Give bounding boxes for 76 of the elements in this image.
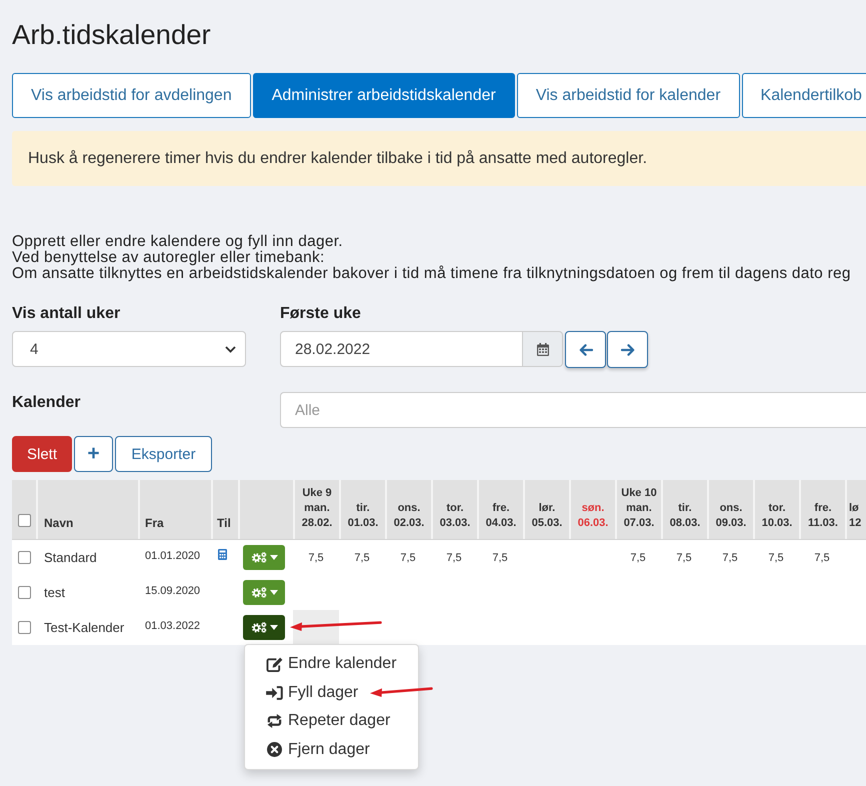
tab[interactable]: Administrer arbeidstidskalender [252, 73, 515, 118]
hours-value: 7,5 [492, 552, 508, 564]
tab[interactable]: Vis arbeidstid for kalender [516, 73, 740, 118]
caret-icon [270, 555, 278, 560]
start-date: 15.09.2020 [145, 584, 200, 596]
gears-icon [250, 552, 266, 563]
chevron-down-icon [225, 346, 236, 352]
calendar-filter-field[interactable]: Alle [280, 392, 866, 428]
field-label: Første uke [280, 305, 361, 323]
hours-value: 7,5 [354, 552, 370, 564]
hours-value: 7,5 [630, 552, 646, 564]
day-column-header: tir. 08.03. [670, 501, 700, 531]
calendar-name: test [44, 585, 65, 600]
repeat-icon [266, 714, 283, 728]
day-column-header: tir. 01.03. [348, 501, 378, 531]
hours-value: 7,5 [308, 552, 324, 564]
day-column-header: Uke 9 man. 28.02. [302, 486, 332, 531]
gears-icon [250, 587, 266, 598]
tab[interactable]: Vis arbeidstid for avdelingen [12, 73, 251, 118]
intro-text: Om ansatte tilknyttes en arbeidstidskalender bakover i tid må timene fra tilknytningsdatoen og frem til dagens dato reg [12, 266, 851, 282]
hours-value: 7,5 [722, 552, 738, 564]
delete-button[interactable]: Slett [12, 436, 72, 472]
next-button[interactable] [607, 331, 648, 368]
checkbox[interactable] [18, 514, 31, 527]
arrow-right-icon [620, 344, 634, 356]
intro-text: Opprett eller endre kalendere og fyll inn dager. [12, 234, 343, 250]
checkbox[interactable] [18, 586, 31, 599]
calendar-name: Test-Kalender [44, 620, 124, 635]
day-column-header: fre. 04.03. [486, 501, 516, 531]
menu-item[interactable]: Endre kalender [245, 650, 418, 678]
hours-value: 7,5 [814, 552, 830, 564]
day-column-header: tor. 03.03. [440, 501, 470, 531]
warning-alert: Husk å regenerere timer hvis du endrer kalender tilbake i tid på ansatte med autoregler. [12, 131, 866, 186]
arrow-left-icon [578, 344, 592, 356]
menu-item[interactable]: Fyll dager [245, 678, 418, 707]
weeks-select[interactable]: 4 [12, 331, 246, 367]
day-column-header: ons. 09.03. [716, 501, 746, 531]
edit-icon [266, 656, 283, 672]
caret-icon [270, 590, 278, 595]
day-column-header: fre. 11.03. [808, 501, 838, 531]
day-column-header: lø 12 [849, 501, 862, 531]
export-button[interactable]: Eksporter [115, 436, 212, 472]
field-label: Kalender [12, 394, 80, 412]
hours-value: 7,5 [768, 552, 784, 564]
column-header: Navn [44, 516, 74, 531]
checkbox[interactable] [18, 621, 31, 634]
start-date: 01.01.2020 [145, 550, 200, 562]
day-column-header: lør. 05.03. [532, 501, 562, 531]
tab[interactable]: Kalendertilkob [742, 73, 866, 118]
calendar-icon [536, 342, 548, 356]
column-header: Til [217, 516, 231, 531]
sign-in-icon [266, 686, 283, 700]
menu-item[interactable]: Repeter dager [245, 707, 418, 736]
hours-value: 7,5 [446, 552, 462, 564]
day-column-header: ons. 02.03. [394, 501, 424, 531]
hours-value: 7,5 [676, 552, 692, 564]
gear-menu-button[interactable] [243, 615, 285, 640]
start-date: 01.03.2022 [145, 620, 200, 632]
add-button[interactable]: + [74, 436, 113, 472]
date-field[interactable]: 28.02.2022 [280, 331, 523, 367]
previous-button[interactable] [565, 331, 606, 368]
caret-icon [270, 625, 278, 630]
gears-icon [250, 622, 266, 633]
column-header: Fra [145, 516, 164, 531]
field-label: Vis antall uker [12, 305, 120, 323]
close-circle-icon [267, 742, 282, 758]
hours-value: 7,5 [400, 552, 416, 564]
day-column-header: Uke 10 man. 07.03. [621, 486, 657, 531]
calendar-button[interactable] [523, 331, 563, 367]
day-column-header: tor. 10.03. [762, 501, 792, 531]
intro-text: Ved benyttelse av autoregler eller timebank: [12, 250, 325, 266]
calendar-name: Standard [44, 550, 97, 565]
day-column-header: søn. 06.03. [578, 501, 608, 531]
menu-item[interactable]: Fjern dager [245, 736, 418, 764]
checkbox[interactable] [18, 551, 31, 564]
page-title: Arb.tidskalender [12, 20, 211, 50]
